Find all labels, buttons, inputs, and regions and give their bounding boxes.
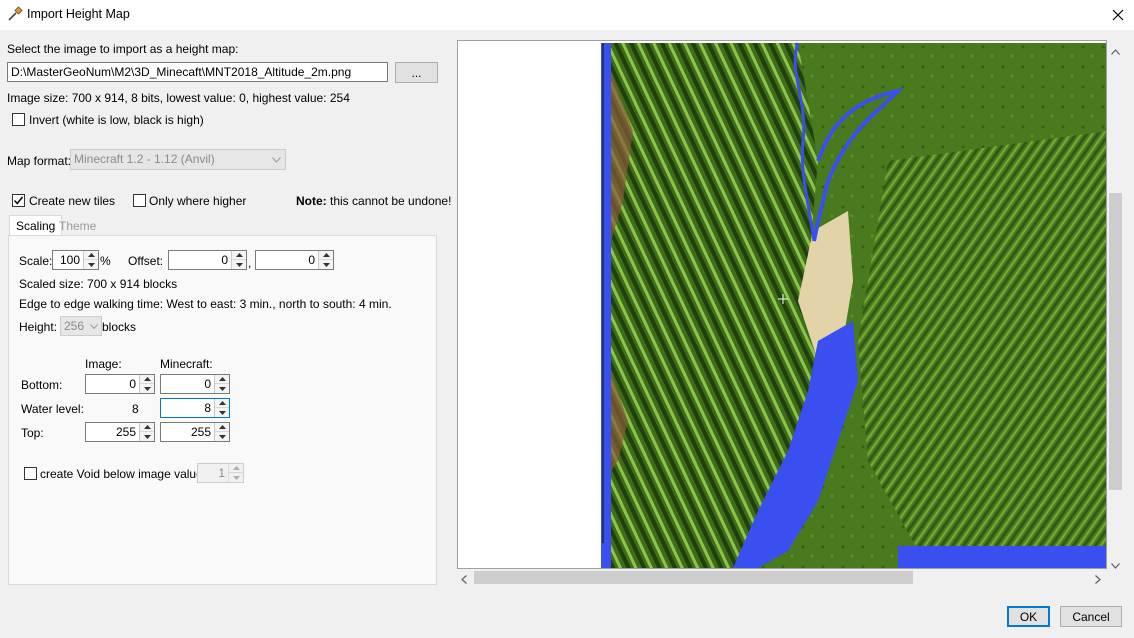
spin-up-icon[interactable] — [215, 399, 229, 408]
undo-note: Note: this cannot be undone! — [296, 194, 451, 208]
scaled-size-label: Scaled size: 700 x 914 blocks — [19, 277, 178, 291]
only-where-higher-checkbox[interactable] — [133, 194, 146, 207]
ok-button[interactable]: OK — [1007, 606, 1050, 627]
bottom-minecraft-spinner[interactable]: 0 — [160, 374, 230, 394]
spin-down-icon[interactable] — [140, 384, 154, 393]
water-level-minecraft-value: 8 — [204, 401, 211, 415]
offset-x-spinner[interactable]: 0 — [168, 250, 247, 270]
top-minecraft-value: 255 — [190, 425, 211, 439]
preview-horizontal-scrollbar[interactable] — [457, 569, 1107, 586]
invert-checkbox[interactable] — [12, 113, 25, 126]
scroll-right-icon[interactable] — [1095, 573, 1101, 587]
water-level-label: Water level: — [21, 402, 84, 416]
map-format-value: Minecraft 1.2 - 1.12 (Anvil) — [74, 152, 215, 166]
image-column-header: Image: — [85, 357, 122, 371]
height-map-preview[interactable] — [457, 40, 1107, 569]
offset-x-value: 0 — [221, 253, 228, 267]
chevron-down-icon — [267, 150, 285, 169]
walking-time-label: Edge to edge walking time: West to east:… — [19, 297, 392, 311]
map-format-label: Map format: — [7, 154, 72, 168]
window-title: Import Height Map — [27, 7, 130, 21]
top-image-value: 255 — [115, 425, 136, 439]
close-button[interactable] — [1106, 3, 1130, 27]
title-bar: Import Height Map — [0, 0, 1134, 30]
height-select[interactable]: 256 — [60, 316, 102, 336]
create-new-tiles-checkbox[interactable] — [12, 194, 25, 207]
offset-separator: , — [248, 256, 252, 270]
height-label: Height: — [19, 320, 58, 334]
scroll-left-icon[interactable] — [461, 573, 467, 587]
spin-down-icon[interactable] — [215, 384, 229, 393]
percent-label: % — [100, 254, 111, 268]
bottom-image-spinner[interactable]: 0 — [85, 374, 155, 394]
spin-up-icon[interactable] — [140, 423, 154, 432]
top-label: Top: — [21, 426, 44, 440]
create-void-label: create Void below image value: — [40, 467, 207, 481]
image-info-label: Image size: 700 x 914, 8 bits, lowest va… — [7, 91, 350, 105]
bottom-label: Bottom: — [21, 378, 63, 392]
terrain-preview-image — [458, 41, 1106, 568]
minecraft-column-header: Minecraft: — [160, 357, 213, 371]
horizontal-scroll-thumb[interactable] — [474, 571, 913, 584]
height-value: 256 — [64, 319, 85, 333]
spin-up-icon[interactable] — [319, 251, 333, 260]
spin-down-icon[interactable] — [140, 432, 154, 441]
create-void-checkbox[interactable] — [24, 467, 37, 480]
scale-value: 100 — [59, 253, 80, 267]
map-format-select[interactable]: Minecraft 1.2 - 1.12 (Anvil) — [70, 149, 286, 170]
tab-theme[interactable]: Theme — [53, 216, 102, 236]
file-path-input[interactable]: D:\MasterGeoNum\M2\3D_Minecaft\MNT2018_A… — [7, 62, 388, 82]
water-level-image-value: 8 — [132, 402, 139, 416]
dropper-icon — [7, 6, 23, 22]
create-new-tiles-label: Create new tiles — [29, 194, 116, 208]
scale-label: Scale: — [19, 254, 53, 268]
preview-vertical-scrollbar[interactable] — [1107, 40, 1124, 569]
only-where-higher-label: Only where higher — [149, 194, 247, 208]
bottom-image-value: 0 — [129, 377, 136, 391]
chevron-down-icon — [87, 317, 101, 335]
spin-down-icon[interactable] — [215, 408, 229, 417]
bottom-minecraft-value: 0 — [204, 377, 211, 391]
spin-up-icon[interactable] — [215, 423, 229, 432]
spin-down-icon[interactable] — [215, 432, 229, 441]
cancel-button[interactable]: Cancel — [1060, 606, 1122, 627]
checkmark-icon — [13, 196, 24, 205]
spin-up-icon[interactable] — [215, 375, 229, 384]
spin-up-icon[interactable] — [229, 464, 243, 473]
note-text: this cannot be undone! — [326, 194, 452, 208]
invert-label: Invert (white is low, black is high) — [29, 113, 204, 127]
top-minecraft-spinner[interactable]: 255 — [160, 422, 230, 442]
offset-label: Offset: — [128, 254, 164, 268]
spin-up-icon[interactable] — [232, 251, 246, 260]
scale-spinner[interactable]: 100 — [52, 250, 99, 270]
browse-button[interactable]: ... — [395, 62, 438, 83]
offset-y-spinner[interactable]: 0 — [255, 250, 334, 270]
offset-y-value: 0 — [308, 253, 315, 267]
file-prompt-label: Select the image to import as a height m… — [7, 42, 239, 56]
spin-up-icon[interactable] — [84, 251, 98, 260]
spin-down-icon[interactable] — [84, 260, 98, 269]
note-bold: Note: — [296, 194, 327, 208]
vertical-scroll-thumb[interactable] — [1109, 193, 1122, 490]
water-level-minecraft-spinner[interactable]: 8 — [160, 398, 230, 418]
spin-up-icon[interactable] — [140, 375, 154, 384]
spin-down-icon[interactable] — [232, 260, 246, 269]
scroll-down-icon[interactable] — [1111, 558, 1120, 572]
top-image-spinner[interactable]: 255 — [85, 422, 155, 442]
scroll-up-icon[interactable] — [1111, 44, 1120, 58]
void-value-spinner[interactable]: 1 — [197, 463, 244, 483]
height-unit-label: blocks — [102, 320, 137, 334]
spin-down-icon[interactable] — [229, 473, 243, 482]
spin-down-icon[interactable] — [319, 260, 333, 269]
void-value: 1 — [218, 466, 225, 480]
close-icon — [1112, 9, 1124, 21]
